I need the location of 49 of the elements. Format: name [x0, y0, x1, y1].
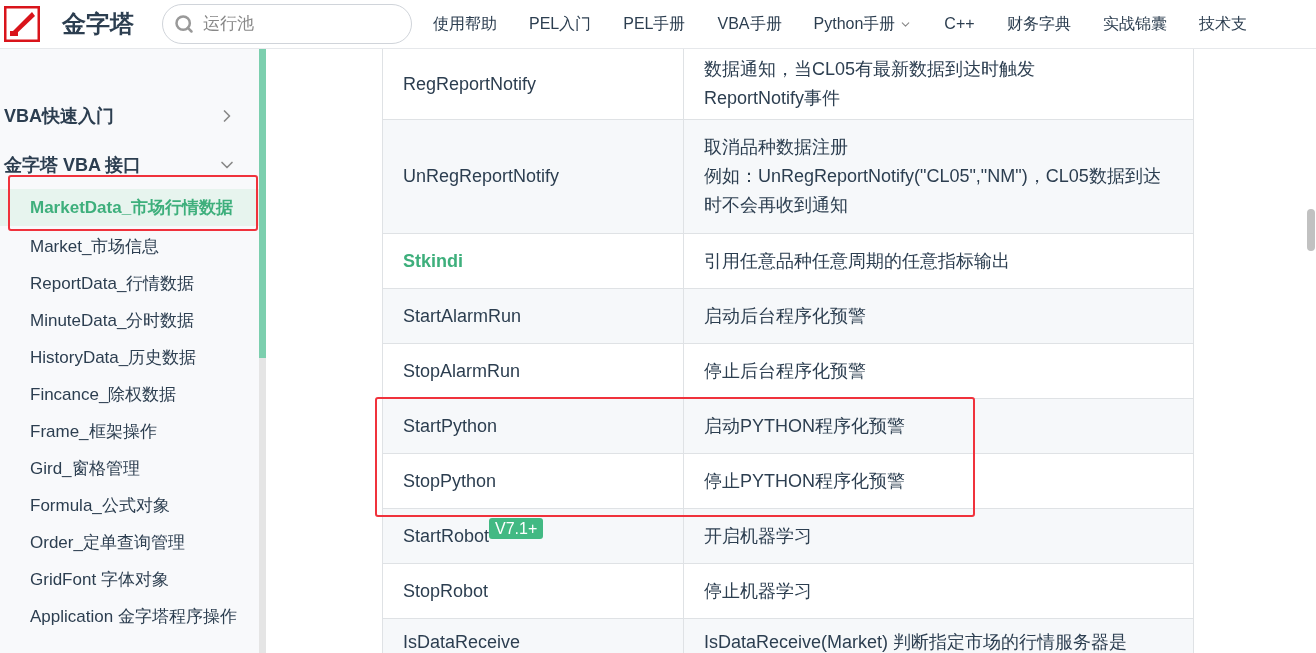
description-text: 启动后台程序化预警 [704, 304, 866, 328]
function-name: StopPython [403, 469, 497, 493]
sidebar-item[interactable]: Order_定单查询管理 [0, 526, 259, 563]
search-field[interactable]: 运行池 [162, 4, 412, 44]
description-text: 停止后台程序化预警 [704, 359, 866, 383]
description-text: 例如：UnRegReportNotify("CL05","NM")，CL05数据到达时不会再收到通知 [704, 165, 1162, 217]
function-name: StartPython [403, 414, 498, 438]
search-icon [174, 14, 194, 34]
function-name: IsDataReceive [403, 630, 521, 653]
description-text: 取消品种数据注册 [704, 136, 848, 159]
description-text: 启动PYTHON程序化预警 [704, 414, 905, 438]
sidebar-item[interactable]: MinuteData_分时数据 [0, 304, 259, 341]
nav-link[interactable]: 技术支 [1198, 13, 1263, 35]
sidebar-group[interactable]: VBA快速入门 [0, 91, 259, 140]
description-text: 开启机器学习 [704, 524, 812, 548]
description-text: 数据通知，当CL05有最新数据到达时触发 [704, 58, 1036, 81]
sidebar-item[interactable]: Market_市场信息 [0, 230, 259, 267]
site-title[interactable]: 金字塔 [62, 8, 134, 40]
sidebar-item[interactable]: Fincance_除权数据 [0, 378, 259, 415]
function-name: StopAlarmRun [403, 359, 521, 383]
version-badge: V7.1+ [489, 517, 544, 539]
description-text: IsDataReceive(Market) 判断指定市场的行情服务器是 [704, 630, 1128, 653]
function-name: StartRobot [403, 524, 490, 548]
function-name: RegReportNotify [403, 72, 537, 96]
sidebar-group[interactable]: 金字塔 VBA 接口 [0, 140, 259, 189]
sidebar-scrollbar[interactable] [259, 49, 266, 653]
sidebar-item[interactable]: ReportData_行情数据 [0, 267, 259, 304]
description-text: 引用任意品种任意周期的任意指标输出 [704, 249, 1010, 273]
function-name: StartAlarmRun [403, 304, 522, 328]
description-text: ReportNotify事件 [704, 87, 841, 110]
description-text: 停止PYTHON程序化预警 [704, 469, 905, 493]
nav-link[interactable]: Python手册 [813, 13, 929, 35]
sidebar-item[interactable]: Application 金字塔程序操作 [0, 600, 259, 637]
logo-icon[interactable] [4, 6, 40, 42]
sidebar-item[interactable]: Gird_窗格管理 [0, 452, 259, 489]
function-name: UnRegReportNotify [403, 165, 560, 188]
sidebar-item[interactable]: Frame_框架操作 [0, 415, 259, 452]
sidebar-item[interactable]: HistoryData_历史数据 [0, 341, 259, 378]
nav-link[interactable]: 财务字典 [1006, 13, 1087, 35]
nav-link[interactable]: 实战锦囊 [1102, 13, 1183, 35]
nav-link[interactable]: VBA手册 [717, 13, 798, 35]
sidebar-item[interactable]: Formula_公式对象 [0, 489, 259, 526]
nav-link[interactable]: PEL手册 [623, 13, 702, 35]
nav-link[interactable]: PEL入门 [529, 13, 608, 35]
nav-link[interactable]: C++ [944, 13, 991, 35]
description-text: 停止机器学习 [704, 579, 812, 603]
function-name: StopRobot [403, 579, 489, 603]
nav-link[interactable]: 使用帮助 [433, 13, 513, 35]
sidebar-item[interactable]: GridFont 字体对象 [0, 563, 259, 600]
